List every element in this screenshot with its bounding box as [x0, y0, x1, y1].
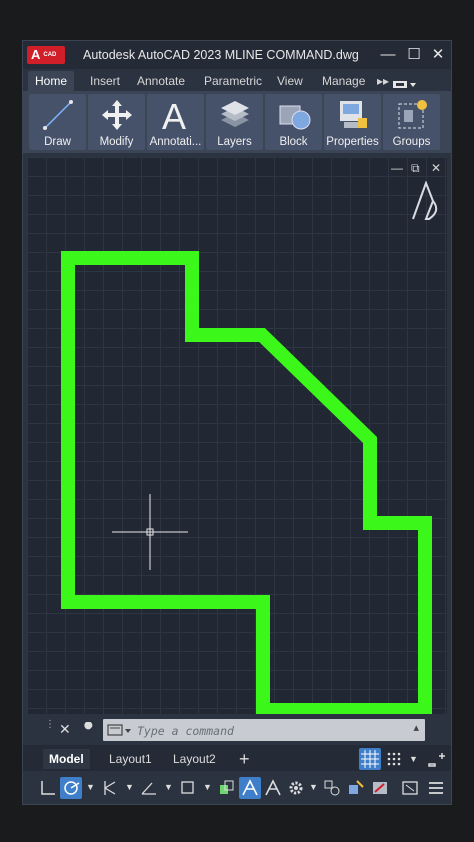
selection-cycling-button[interactable] [216, 777, 238, 799]
isodraft-dropdown-icon[interactable]: ▼ [125, 782, 134, 792]
polar-icon [64, 781, 80, 795]
ribbon-panel: Draw Modify A Annotati... Layers Block P… [23, 91, 451, 153]
annotation-label: Annotati... [149, 136, 202, 148]
command-history-icon[interactable] [107, 722, 133, 738]
object-snap-tracking-button[interactable] [138, 777, 160, 799]
command-box[interactable]: ▴ [103, 719, 425, 741]
add-layout-button[interactable]: + [233, 749, 256, 769]
block-icon [279, 105, 311, 130]
drawing-canvas[interactable]: — ⧉ ✕ [27, 157, 447, 714]
grid-toggle-button[interactable] [359, 748, 381, 770]
hamburger-icon [429, 782, 443, 794]
layout-tabs: Model Layout1 Layout2 + ▼ [23, 745, 451, 771]
customize-wrench-icon[interactable] [81, 722, 97, 738]
fullscreen-button[interactable] [399, 777, 421, 799]
groups-icon [398, 100, 427, 129]
status-customize-button[interactable] [425, 748, 447, 770]
block-label: Block [279, 136, 308, 148]
groups-button[interactable]: Groups [383, 94, 440, 150]
logo-letter: A [31, 47, 41, 62]
snap-dropdown-icon[interactable]: ▼ [409, 754, 418, 764]
layers-icon [221, 101, 249, 127]
close-button[interactable]: ✕ [427, 44, 449, 66]
text-a-icon: A [162, 98, 186, 132]
tab-layout1[interactable]: Layout1 [103, 749, 158, 769]
gear-icon [289, 781, 303, 795]
plus-bracket-icon [428, 753, 445, 767]
selection-cycle-icon [220, 780, 234, 794]
line-icon [43, 100, 73, 130]
command-input[interactable] [135, 721, 399, 741]
tab-layout2[interactable]: Layout2 [167, 749, 222, 769]
properties-label: Properties [326, 136, 379, 148]
status-bar: ▼ ▼ ▼ ▼ ▼ [23, 772, 451, 804]
units-icon [349, 780, 364, 794]
block-button[interactable]: Block [265, 94, 322, 150]
polar-dropdown-icon[interactable]: ▼ [86, 782, 95, 792]
title-bar: A CAD Autodesk AutoCAD 2023 MLINE COMMAND… [23, 41, 451, 69]
quick-properties-icon [373, 782, 387, 794]
snap-mode-button[interactable] [383, 748, 405, 770]
command-line: ⋮ ✕ ▴ [23, 716, 451, 744]
osnap-dropdown-icon[interactable]: ▼ [203, 782, 212, 792]
tab-home[interactable]: Home [28, 71, 75, 91]
tab-parametric[interactable]: Parametric [197, 71, 269, 91]
polar-tracking-button[interactable] [60, 777, 82, 799]
snap-dots-icon [387, 752, 401, 766]
isometric-icon [104, 781, 116, 795]
units-button[interactable] [345, 777, 367, 799]
annotation-button[interactable]: A Annotati... [147, 94, 204, 150]
ribbon-tabs: Home Insert Annotate Parametric View Man… [23, 69, 451, 91]
angle-icon [141, 782, 156, 795]
customization-menu-button[interactable] [425, 777, 447, 799]
isolate-icon [324, 780, 340, 796]
autocad-logo[interactable]: A CAD [27, 46, 65, 64]
workspace-dropdown-icon[interactable] [393, 77, 416, 88]
layers-button[interactable]: Layers [206, 94, 263, 150]
properties-icon [340, 101, 367, 128]
ortho-icon [41, 781, 55, 795]
annotation-scale-button[interactable] [239, 777, 261, 799]
multiline-shape[interactable] [27, 157, 447, 714]
annotation-visibility-button[interactable] [262, 777, 284, 799]
ortho-button[interactable] [37, 777, 59, 799]
modify-label: Modify [99, 136, 134, 148]
crosshair-cursor-icon [112, 494, 188, 570]
annotation-scale-icon [242, 779, 258, 796]
modify-button[interactable]: Modify [88, 94, 145, 150]
tab-view[interactable]: View [270, 71, 310, 91]
workspace-dropdown-caret[interactable]: ▼ [309, 782, 318, 792]
tab-model[interactable]: Model [43, 749, 90, 769]
command-grip-icon[interactable]: ⋮ [45, 719, 55, 730]
draw-label: Draw [44, 136, 71, 148]
layers-label: Layers [217, 136, 252, 148]
move-icon [102, 100, 132, 130]
osnap-icon [181, 781, 194, 794]
command-expand-icon[interactable]: ▴ [413, 721, 419, 734]
object-snap-button[interactable] [177, 777, 199, 799]
tab-manage[interactable]: Manage [315, 71, 372, 91]
autocad-window: A CAD Autodesk AutoCAD 2023 MLINE COMMAND… [22, 40, 452, 805]
isodraft-button[interactable] [99, 777, 121, 799]
window-title: Autodesk AutoCAD 2023 MLINE COMMAND.dwg [83, 48, 359, 62]
workspace-settings-button[interactable] [285, 777, 307, 799]
quick-properties-button[interactable] [369, 777, 391, 799]
command-close-icon[interactable]: ✕ [59, 721, 71, 738]
logo-sub: CAD [43, 52, 57, 58]
maximize-button[interactable]: ☐ [403, 44, 425, 66]
isolate-objects-button[interactable] [321, 777, 343, 799]
tracking-dropdown-icon[interactable]: ▼ [164, 782, 173, 792]
minimize-button[interactable]: — [377, 44, 399, 66]
tab-annotate[interactable]: Annotate [130, 71, 192, 91]
tab-insert[interactable]: Insert [83, 71, 127, 91]
groups-label: Groups [392, 136, 431, 148]
annotation-visibility-icon [265, 779, 281, 796]
properties-button[interactable]: Properties [324, 94, 381, 150]
fullscreen-icon [402, 781, 418, 795]
draw-button[interactable]: Draw [29, 94, 86, 150]
grid-icon [361, 750, 379, 768]
svg-text:A: A [162, 98, 186, 132]
